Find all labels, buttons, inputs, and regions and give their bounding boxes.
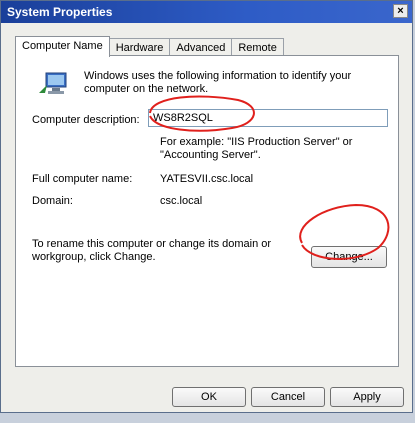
close-icon: × bbox=[397, 5, 404, 17]
window-title: System Properties bbox=[7, 5, 113, 19]
title-bar[interactable]: System Properties × bbox=[1, 1, 412, 23]
full-computer-name-label: Full computer name: bbox=[32, 173, 133, 185]
computer-description-input[interactable]: WS8R2SQL bbox=[148, 109, 388, 127]
apply-button[interactable]: Apply bbox=[330, 387, 404, 407]
tab-hardware[interactable]: Hardware bbox=[108, 38, 171, 56]
computer-name-panel: Windows uses the following information t… bbox=[15, 55, 399, 367]
domain-label: Domain: bbox=[32, 195, 73, 207]
full-computer-name-value: YATESVII.csc.local bbox=[160, 173, 254, 185]
rename-instructions: To rename this computer or change its do… bbox=[32, 238, 272, 263]
tab-advanced[interactable]: Advanced bbox=[169, 38, 233, 56]
tab-remote[interactable]: Remote bbox=[231, 38, 284, 56]
tab-computer-name[interactable]: Computer Name bbox=[15, 36, 110, 57]
intro-text: Windows uses the following information t… bbox=[84, 70, 352, 95]
system-properties-window: System Properties × Computer Name Hardwa… bbox=[0, 0, 413, 413]
example-hint: For example: "IIS Production Server" or … bbox=[160, 136, 353, 161]
close-button[interactable]: × bbox=[393, 4, 408, 18]
change-button[interactable]: Change... bbox=[311, 246, 387, 268]
tab-strip: Computer Name Hardware Advanced Remote bbox=[15, 36, 284, 57]
computer-description-label: Computer description: bbox=[32, 114, 140, 126]
ok-button[interactable]: OK bbox=[172, 387, 246, 407]
computer-network-icon bbox=[39, 72, 67, 94]
domain-value: csc.local bbox=[160, 195, 203, 207]
cancel-button[interactable]: Cancel bbox=[251, 387, 325, 407]
